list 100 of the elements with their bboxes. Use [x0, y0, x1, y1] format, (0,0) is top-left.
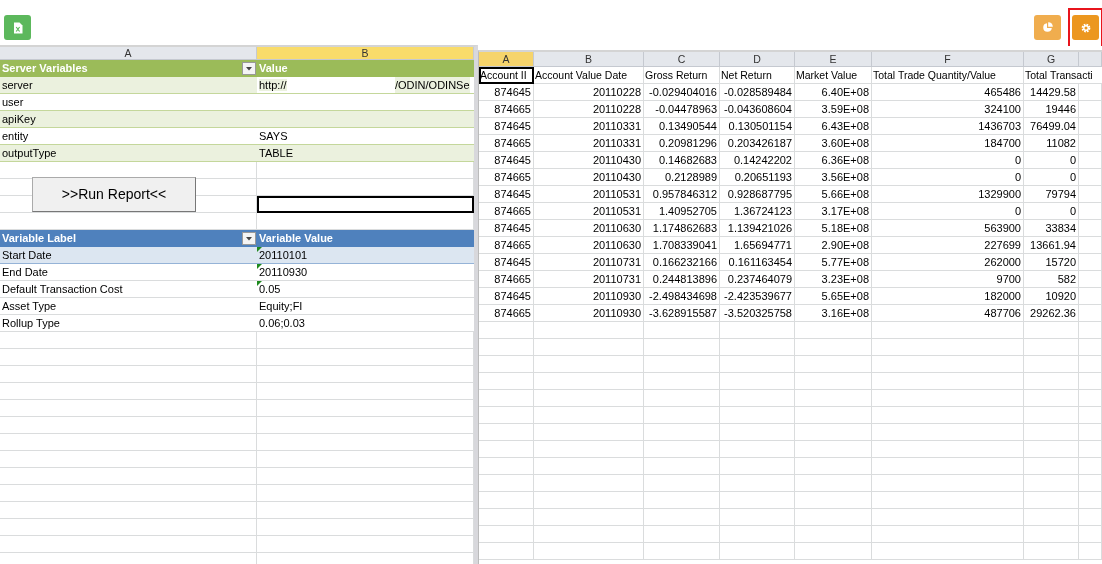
excel-export-button[interactable]	[4, 15, 31, 40]
empty-cell	[1024, 424, 1079, 441]
empty-cell	[1024, 390, 1079, 407]
table-cell: 20110630	[534, 237, 644, 254]
table-cell: 0.2128989	[644, 169, 720, 186]
table-cell: 874645	[479, 84, 534, 101]
empty-cell	[1079, 390, 1102, 407]
table-cell: 13661.94	[1024, 237, 1079, 254]
table-cell: 0	[1024, 152, 1079, 169]
table-cell: 20110531	[534, 203, 644, 220]
table-cell: -0.043608604	[720, 101, 795, 118]
table-cell: 874665	[479, 169, 534, 186]
column-header[interactable]: B	[257, 47, 474, 60]
table-header: Market Value	[795, 67, 872, 84]
table-cell: 0	[1024, 169, 1079, 186]
table-cell: Equity;FI	[259, 300, 303, 312]
dropdown-icon[interactable]	[242, 62, 256, 75]
empty-cell	[1024, 475, 1079, 492]
column-header[interactable]: E	[795, 52, 872, 67]
table-cell: apiKey	[0, 111, 257, 128]
empty-cell	[1079, 339, 1102, 356]
table-cell: 874645	[479, 152, 534, 169]
table-cell: 20110731	[534, 254, 644, 271]
table-header: Net Return	[720, 67, 795, 84]
empty-cell	[1024, 458, 1079, 475]
table-cell: -0.04478963	[644, 101, 720, 118]
table-cell: 0.20651193	[720, 169, 795, 186]
table-cell: 6.36E+08	[795, 152, 872, 169]
table-cell: 29262.36	[1024, 305, 1079, 322]
empty-cell	[1079, 356, 1102, 373]
empty-cell	[1079, 101, 1102, 118]
table-cell: 1.139421026	[720, 220, 795, 237]
table-cell: 0	[872, 203, 1024, 220]
empty-cell	[1079, 424, 1102, 441]
table-cell: 6.40E+08	[795, 84, 872, 101]
run-report-button[interactable]: >>Run Report<<	[32, 177, 196, 212]
table-cell: 874665	[479, 101, 534, 118]
selected-cell[interactable]	[257, 196, 474, 213]
empty-cell	[1024, 509, 1079, 526]
settings-button[interactable]	[1072, 15, 1099, 40]
column-header[interactable]	[1079, 52, 1102, 67]
table-cell: 0.13490544	[644, 118, 720, 135]
chart-button[interactable]	[1034, 15, 1061, 40]
table-cell: 20110430	[534, 152, 644, 169]
table-header: Value	[257, 60, 474, 77]
table-cell: 0.20981296	[644, 135, 720, 152]
table-header: Account Value Date	[534, 67, 644, 84]
table-cell: -3.628915587	[644, 305, 720, 322]
table-cell: 487706	[872, 305, 1024, 322]
table-header: Total Trade Quantity/Value	[872, 67, 1024, 84]
table-cell: http://	[259, 79, 287, 91]
table-cell: 3.56E+08	[795, 169, 872, 186]
table-cell: 324100	[872, 101, 1024, 118]
empty-cell	[1079, 492, 1102, 509]
table-cell: Start Date	[0, 247, 257, 264]
empty-cell	[1024, 356, 1079, 373]
column-header[interactable]: G	[1024, 52, 1079, 67]
table-cell: 20110930	[259, 266, 308, 278]
table-cell: 20110331	[534, 135, 644, 152]
table-cell: 227699	[872, 237, 1024, 254]
empty-cell	[1024, 373, 1079, 390]
column-header[interactable]: C	[644, 52, 720, 67]
empty-cell	[1024, 492, 1079, 509]
table-cell: 20110228	[534, 101, 644, 118]
empty-cell	[1024, 441, 1079, 458]
table-cell: 874665	[479, 203, 534, 220]
table-cell: 874645	[479, 220, 534, 237]
table-cell: 1.65694771	[720, 237, 795, 254]
table-cell: 10920	[1024, 288, 1079, 305]
empty-cell	[1079, 288, 1102, 305]
empty-cell	[1079, 475, 1102, 492]
dropdown-icon[interactable]	[242, 232, 256, 245]
table-cell: SAYS	[259, 130, 288, 142]
table-cell: 15720	[1024, 254, 1079, 271]
table-cell: 262000	[872, 254, 1024, 271]
column-header[interactable]: B	[534, 52, 644, 67]
table-cell: 3.23E+08	[795, 271, 872, 288]
table-cell: -0.028589484	[720, 84, 795, 101]
table-cell: 20110331	[534, 118, 644, 135]
table-cell: 182000	[872, 288, 1024, 305]
column-header[interactable]: A	[479, 52, 534, 67]
empty-cell	[1079, 441, 1102, 458]
table-cell: 3.17E+08	[795, 203, 872, 220]
table-cell: 0.06;0.03	[259, 317, 305, 329]
column-header[interactable]: A	[0, 47, 257, 60]
empty-cell	[1079, 169, 1102, 186]
table-header: Account II	[479, 67, 534, 84]
table-cell: 20110430	[534, 169, 644, 186]
column-header[interactable]: D	[720, 52, 795, 67]
table-cell: /ODIN/ODINSe	[395, 77, 470, 93]
table-cell: 0.130501154	[720, 118, 795, 135]
table-cell: 0	[872, 152, 1024, 169]
empty-cell	[1079, 186, 1102, 203]
table-cell: 874645	[479, 288, 534, 305]
column-header[interactable]: F	[872, 52, 1024, 67]
table-cell: 0.957846312	[644, 186, 720, 203]
table-cell: 0.244813896	[644, 271, 720, 288]
table-cell: 2.90E+08	[795, 237, 872, 254]
spreadsheet-file-icon	[12, 21, 23, 34]
table-cell: 5.65E+08	[795, 288, 872, 305]
